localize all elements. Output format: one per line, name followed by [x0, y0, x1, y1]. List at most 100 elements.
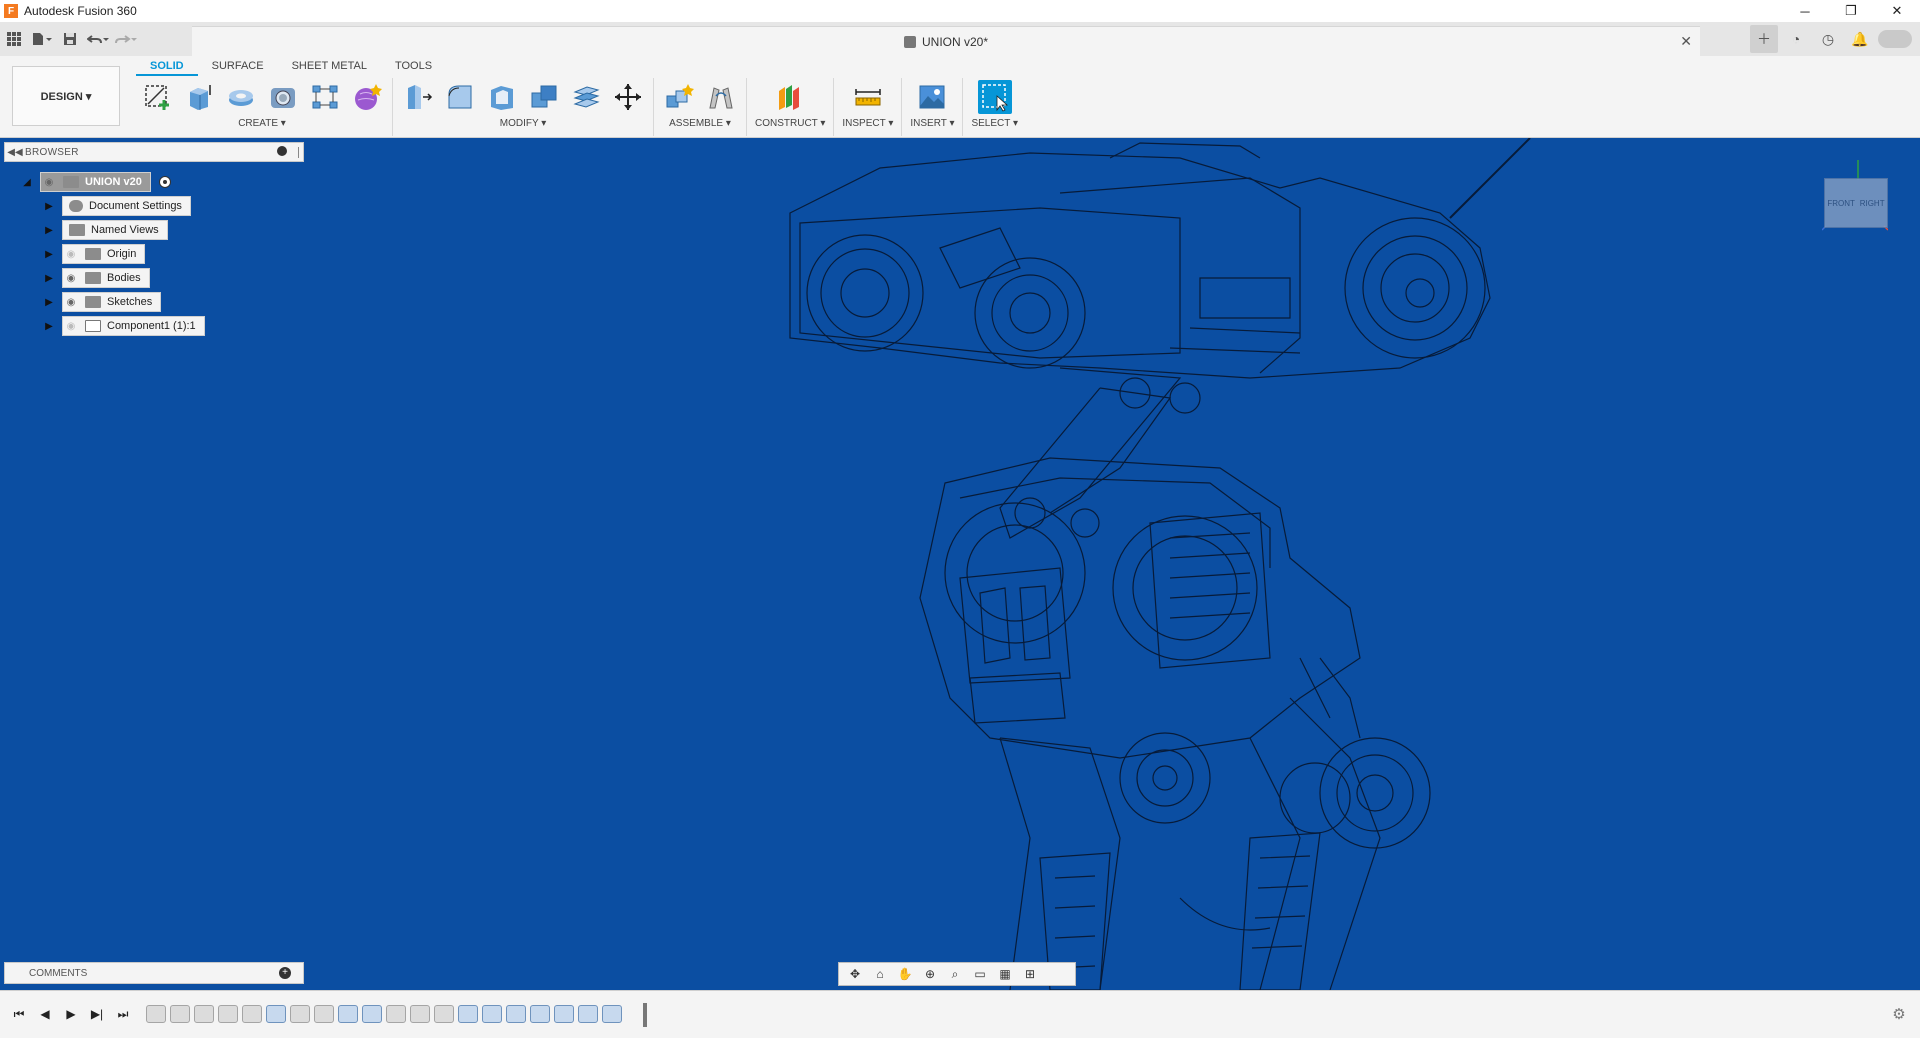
undo-icon[interactable] [84, 25, 112, 53]
pan-hand-icon[interactable]: ✋ [895, 965, 915, 983]
tab-solid[interactable]: SOLID [136, 58, 198, 76]
tab-sheet-metal[interactable]: SHEET METAL [278, 58, 381, 76]
comments-panel[interactable]: COMMENTS + [4, 962, 304, 984]
document-tab[interactable]: UNION v20* ✕ [192, 26, 1700, 56]
timeline-settings-gear-icon[interactable]: ⚙ [1888, 1003, 1910, 1025]
step-back-icon[interactable]: ◀ [34, 1003, 56, 1025]
create-sketch-icon[interactable] [140, 80, 174, 114]
activate-radio-icon[interactable] [158, 176, 171, 188]
step-forward-icon[interactable]: ▶| [86, 1003, 108, 1025]
create-menu-label[interactable]: CREATE ▾ [238, 118, 286, 129]
collapse-browser-icon[interactable]: ◀◀ [5, 147, 25, 158]
visibility-eye-icon[interactable]: ◉ [63, 294, 79, 310]
browser-pin-icon[interactable] [277, 146, 287, 156]
timeline-feature[interactable] [362, 1005, 382, 1023]
new-tab-plus-icon[interactable]: ＋ [1750, 25, 1778, 53]
canvas-viewport[interactable] [0, 138, 1920, 990]
tree-row-bodies[interactable]: ▶ ◉ Bodies [42, 266, 205, 290]
file-menu-icon[interactable] [28, 25, 56, 53]
joint-icon[interactable] [704, 80, 738, 114]
user-avatar[interactable] [1878, 30, 1912, 48]
close-tab-button[interactable]: ✕ [1680, 33, 1692, 50]
timeline-feature[interactable] [530, 1005, 550, 1023]
offset-plane-icon[interactable] [773, 80, 807, 114]
timeline-feature[interactable] [290, 1005, 310, 1023]
hole-icon[interactable] [266, 80, 300, 114]
browser-panel-header[interactable]: ◀◀ BROWSER [4, 142, 304, 162]
measure-icon[interactable] [851, 80, 885, 114]
document-settings-node[interactable]: Document Settings [62, 196, 191, 216]
insert-image-icon[interactable] [915, 80, 949, 114]
expand-arrow-icon[interactable]: ▶ [42, 319, 56, 333]
expand-arrow-icon[interactable]: ▶ [42, 199, 56, 213]
create-form-icon[interactable] [350, 80, 384, 114]
grid-snaps-icon[interactable]: ▦ [995, 965, 1015, 983]
timeline-feature[interactable] [554, 1005, 574, 1023]
data-panel-grid-icon[interactable] [0, 25, 28, 53]
redo-icon[interactable] [112, 25, 140, 53]
select-window-icon[interactable] [977, 80, 1012, 114]
timeline-feature[interactable] [602, 1005, 622, 1023]
job-status-clock-icon[interactable]: ◷ [1814, 25, 1842, 53]
timeline-feature[interactable] [218, 1005, 238, 1023]
expand-arrow-icon[interactable]: ▶ [42, 247, 56, 261]
timeline-feature[interactable] [242, 1005, 262, 1023]
minimize-button[interactable]: ─ [1782, 0, 1828, 22]
tree-row-sketches[interactable]: ▶ ◉ Sketches [42, 290, 205, 314]
press-pull-icon[interactable] [401, 80, 435, 114]
extrude-icon[interactable] [182, 80, 216, 114]
revolve-icon[interactable] [224, 80, 258, 114]
hidden-eye-icon[interactable]: ◉ [63, 318, 79, 334]
cube-right-label[interactable]: RIGHT [1860, 199, 1885, 208]
restore-button[interactable]: ❐ [1828, 0, 1874, 22]
shell-icon[interactable] [485, 80, 519, 114]
add-comment-icon[interactable]: + [279, 967, 291, 979]
fillet-icon[interactable] [443, 80, 477, 114]
timeline-feature[interactable] [506, 1005, 526, 1023]
cube-front-label[interactable]: FRONT [1827, 199, 1855, 208]
expand-arrow-icon[interactable]: ▶ [42, 271, 56, 285]
visibility-eye-icon[interactable]: ◉ [41, 174, 57, 190]
fit-zoom-icon[interactable]: ⌕ [945, 965, 965, 983]
inspect-menu-label[interactable]: INSPECT ▾ [842, 118, 893, 129]
browser-resize-grip[interactable] [298, 147, 300, 158]
bodies-node[interactable]: ◉ Bodies [62, 268, 150, 288]
new-component-icon[interactable] [662, 80, 696, 114]
timeline-feature[interactable] [410, 1005, 430, 1023]
tree-row-document-settings[interactable]: ▶ Document Settings [42, 194, 205, 218]
component1-node[interactable]: ◉ Component1 (1):1 [62, 316, 205, 336]
view-cube-face[interactable]: FRONT RIGHT [1824, 178, 1888, 228]
timeline-feature[interactable] [458, 1005, 478, 1023]
workspace-switcher[interactable]: DESIGN ▾ [12, 66, 120, 126]
pattern-icon[interactable] [308, 80, 342, 114]
timeline-feature[interactable] [314, 1005, 334, 1023]
timeline-feature[interactable] [338, 1005, 358, 1023]
save-icon[interactable] [56, 25, 84, 53]
origin-node[interactable]: ◉ Origin [62, 244, 146, 264]
insert-menu-label[interactable]: INSERT ▾ [910, 118, 954, 129]
construct-menu-label[interactable]: CONSTRUCT ▾ [755, 118, 825, 129]
combine-icon[interactable] [527, 80, 561, 114]
timeline-feature[interactable] [482, 1005, 502, 1023]
play-icon[interactable]: ▶ [60, 1003, 82, 1025]
root-component-node[interactable]: ◉ UNION v20 [40, 172, 151, 192]
tab-tools[interactable]: TOOLS [381, 58, 446, 76]
visibility-eye-icon[interactable]: ◉ [63, 270, 79, 286]
go-to-end-icon[interactable]: ⏭ [112, 1003, 134, 1025]
go-to-start-icon[interactable]: ⏮ [8, 1003, 30, 1025]
viewports-icon[interactable]: ⊞ [1020, 965, 1040, 983]
timeline-feature[interactable] [170, 1005, 190, 1023]
zoom-icon[interactable]: ⊕ [920, 965, 940, 983]
timeline-marker[interactable] [643, 1003, 647, 1027]
look-at-icon[interactable]: ⌂ [870, 965, 890, 983]
timeline-feature[interactable] [578, 1005, 598, 1023]
view-cube[interactable]: FRONT RIGHT [1822, 160, 1888, 236]
timeline-feature[interactable] [386, 1005, 406, 1023]
extensions-icon[interactable]: ◔ [1782, 25, 1810, 53]
split-body-icon[interactable] [569, 80, 603, 114]
tab-surface[interactable]: SURFACE [198, 58, 278, 76]
robot-wireframe-model[interactable] [0, 138, 1920, 990]
timeline-feature[interactable] [146, 1005, 166, 1023]
expand-arrow-icon[interactable]: ▶ [42, 295, 56, 309]
select-menu-label[interactable]: SELECT ▾ [971, 118, 1018, 129]
